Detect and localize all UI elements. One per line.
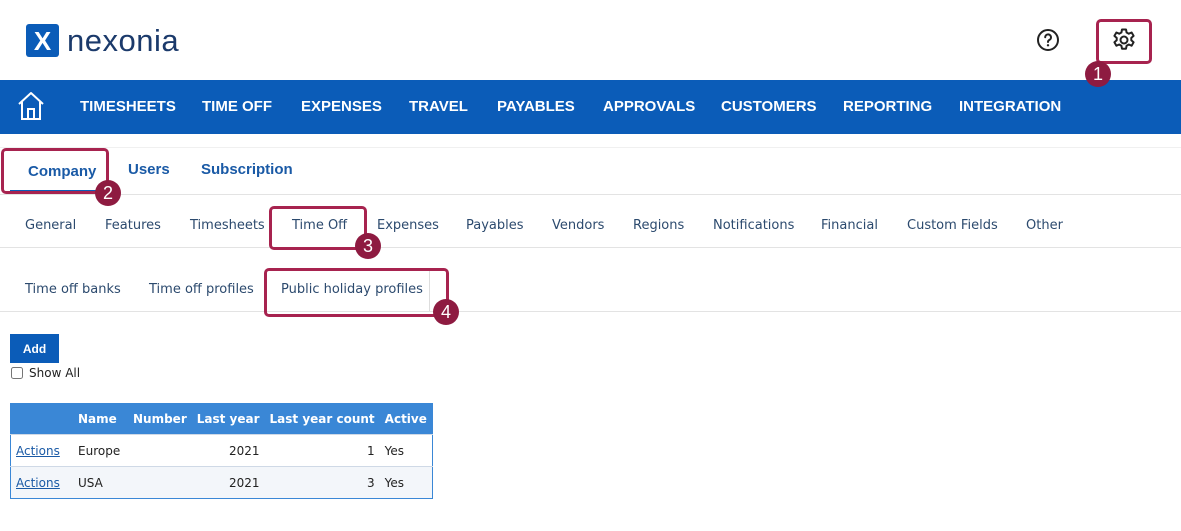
subtab-other[interactable]: Other	[1026, 218, 1063, 233]
cell-number	[128, 434, 192, 467]
subtab-custom-fields[interactable]: Custom Fields	[907, 218, 998, 233]
logo-mark: X	[26, 24, 59, 57]
subtab-time-off-banks[interactable]: Time off banks	[25, 282, 121, 297]
subtab-payables[interactable]: Payables	[466, 218, 524, 233]
subtab-features[interactable]: Features	[105, 218, 161, 233]
subtab-regions[interactable]: Regions	[633, 218, 684, 233]
nav-integration[interactable]: INTEGRATION	[959, 80, 1061, 134]
cell-last-year-count: 3	[264, 466, 380, 499]
col-actions-header	[10, 403, 73, 435]
show-all-toggle[interactable]: Show All	[10, 366, 80, 380]
public-holiday-profiles-table: Name Number Last year Last year count Ac…	[10, 403, 433, 499]
table-row: Actions USA 2021 3 Yes	[10, 466, 433, 499]
col-number-header[interactable]: Number	[128, 403, 192, 435]
nav-timesheets[interactable]: TIMESHEETS	[80, 80, 176, 134]
tab-subscription[interactable]: Subscription	[201, 161, 293, 178]
subtab-timesheets[interactable]: Timesheets	[190, 218, 265, 233]
tab-users[interactable]: Users	[128, 161, 170, 178]
nav-expenses[interactable]: EXPENSES	[301, 80, 382, 134]
nav-time-off[interactable]: TIME OFF	[202, 80, 272, 134]
step-badge-4: 4	[433, 299, 459, 325]
highlight-box-settings	[1096, 19, 1152, 64]
settings-tabs: Company Users Subscription	[0, 147, 1181, 195]
logo-text: nexonia	[67, 23, 180, 58]
col-last-year-header[interactable]: Last year	[191, 403, 265, 435]
nav-customers[interactable]: CUSTOMERS	[721, 80, 817, 134]
cell-name: USA	[73, 466, 128, 499]
step-badge-2: 2	[95, 180, 121, 206]
help-icon[interactable]	[1036, 28, 1060, 52]
time-off-subtabs: Time off banks Time off profiles Public …	[0, 268, 1181, 312]
col-last-year-count-header[interactable]: Last year count	[264, 403, 380, 435]
cell-last-year: 2021	[191, 434, 265, 467]
subtab-time-off-profiles[interactable]: Time off profiles	[149, 282, 254, 297]
show-all-checkbox[interactable]	[11, 367, 23, 379]
main-nav: TIMESHEETS TIME OFF EXPENSES TRAVEL PAYA…	[0, 80, 1181, 134]
cell-active: Yes	[379, 466, 433, 499]
company-subtabs: General Features Timesheets Time Off Exp…	[0, 204, 1181, 248]
nav-payables[interactable]: PAYABLES	[497, 80, 575, 134]
step-badge-3: 3	[355, 233, 381, 259]
highlight-box-public-holiday	[264, 268, 449, 317]
subtab-expenses[interactable]: Expenses	[377, 218, 439, 233]
step-badge-1: 1	[1085, 61, 1111, 87]
row-actions-link[interactable]: Actions	[16, 476, 60, 490]
subtab-general[interactable]: General	[25, 218, 76, 233]
subtab-vendors[interactable]: Vendors	[552, 218, 604, 233]
cell-last-year-count: 1	[264, 434, 380, 467]
show-all-label: Show All	[29, 366, 81, 380]
highlight-box-company	[1, 148, 109, 194]
row-actions-link[interactable]: Actions	[16, 444, 60, 458]
nexonia-logo[interactable]: X nexonia	[26, 24, 179, 57]
cell-name: Europe	[73, 434, 128, 467]
col-name-header[interactable]: Name	[73, 403, 128, 435]
table-row: Actions Europe 2021 1 Yes	[10, 434, 433, 467]
col-active-header[interactable]: Active	[379, 403, 433, 435]
nav-approvals[interactable]: APPROVALS	[603, 80, 695, 134]
cell-last-year: 2021	[191, 466, 265, 499]
home-icon[interactable]	[17, 90, 45, 122]
add-button[interactable]: Add	[10, 334, 59, 363]
cell-number	[128, 466, 192, 499]
nav-reporting[interactable]: REPORTING	[843, 80, 932, 134]
subtab-financial[interactable]: Financial	[821, 218, 878, 233]
highlight-box-time-off	[269, 206, 367, 250]
nav-travel[interactable]: TRAVEL	[409, 80, 468, 134]
table-header-row: Name Number Last year Last year count Ac…	[10, 403, 433, 435]
top-header: X nexonia	[0, 0, 1181, 80]
subtab-notifications[interactable]: Notifications	[713, 218, 794, 233]
cell-active: Yes	[379, 434, 433, 467]
